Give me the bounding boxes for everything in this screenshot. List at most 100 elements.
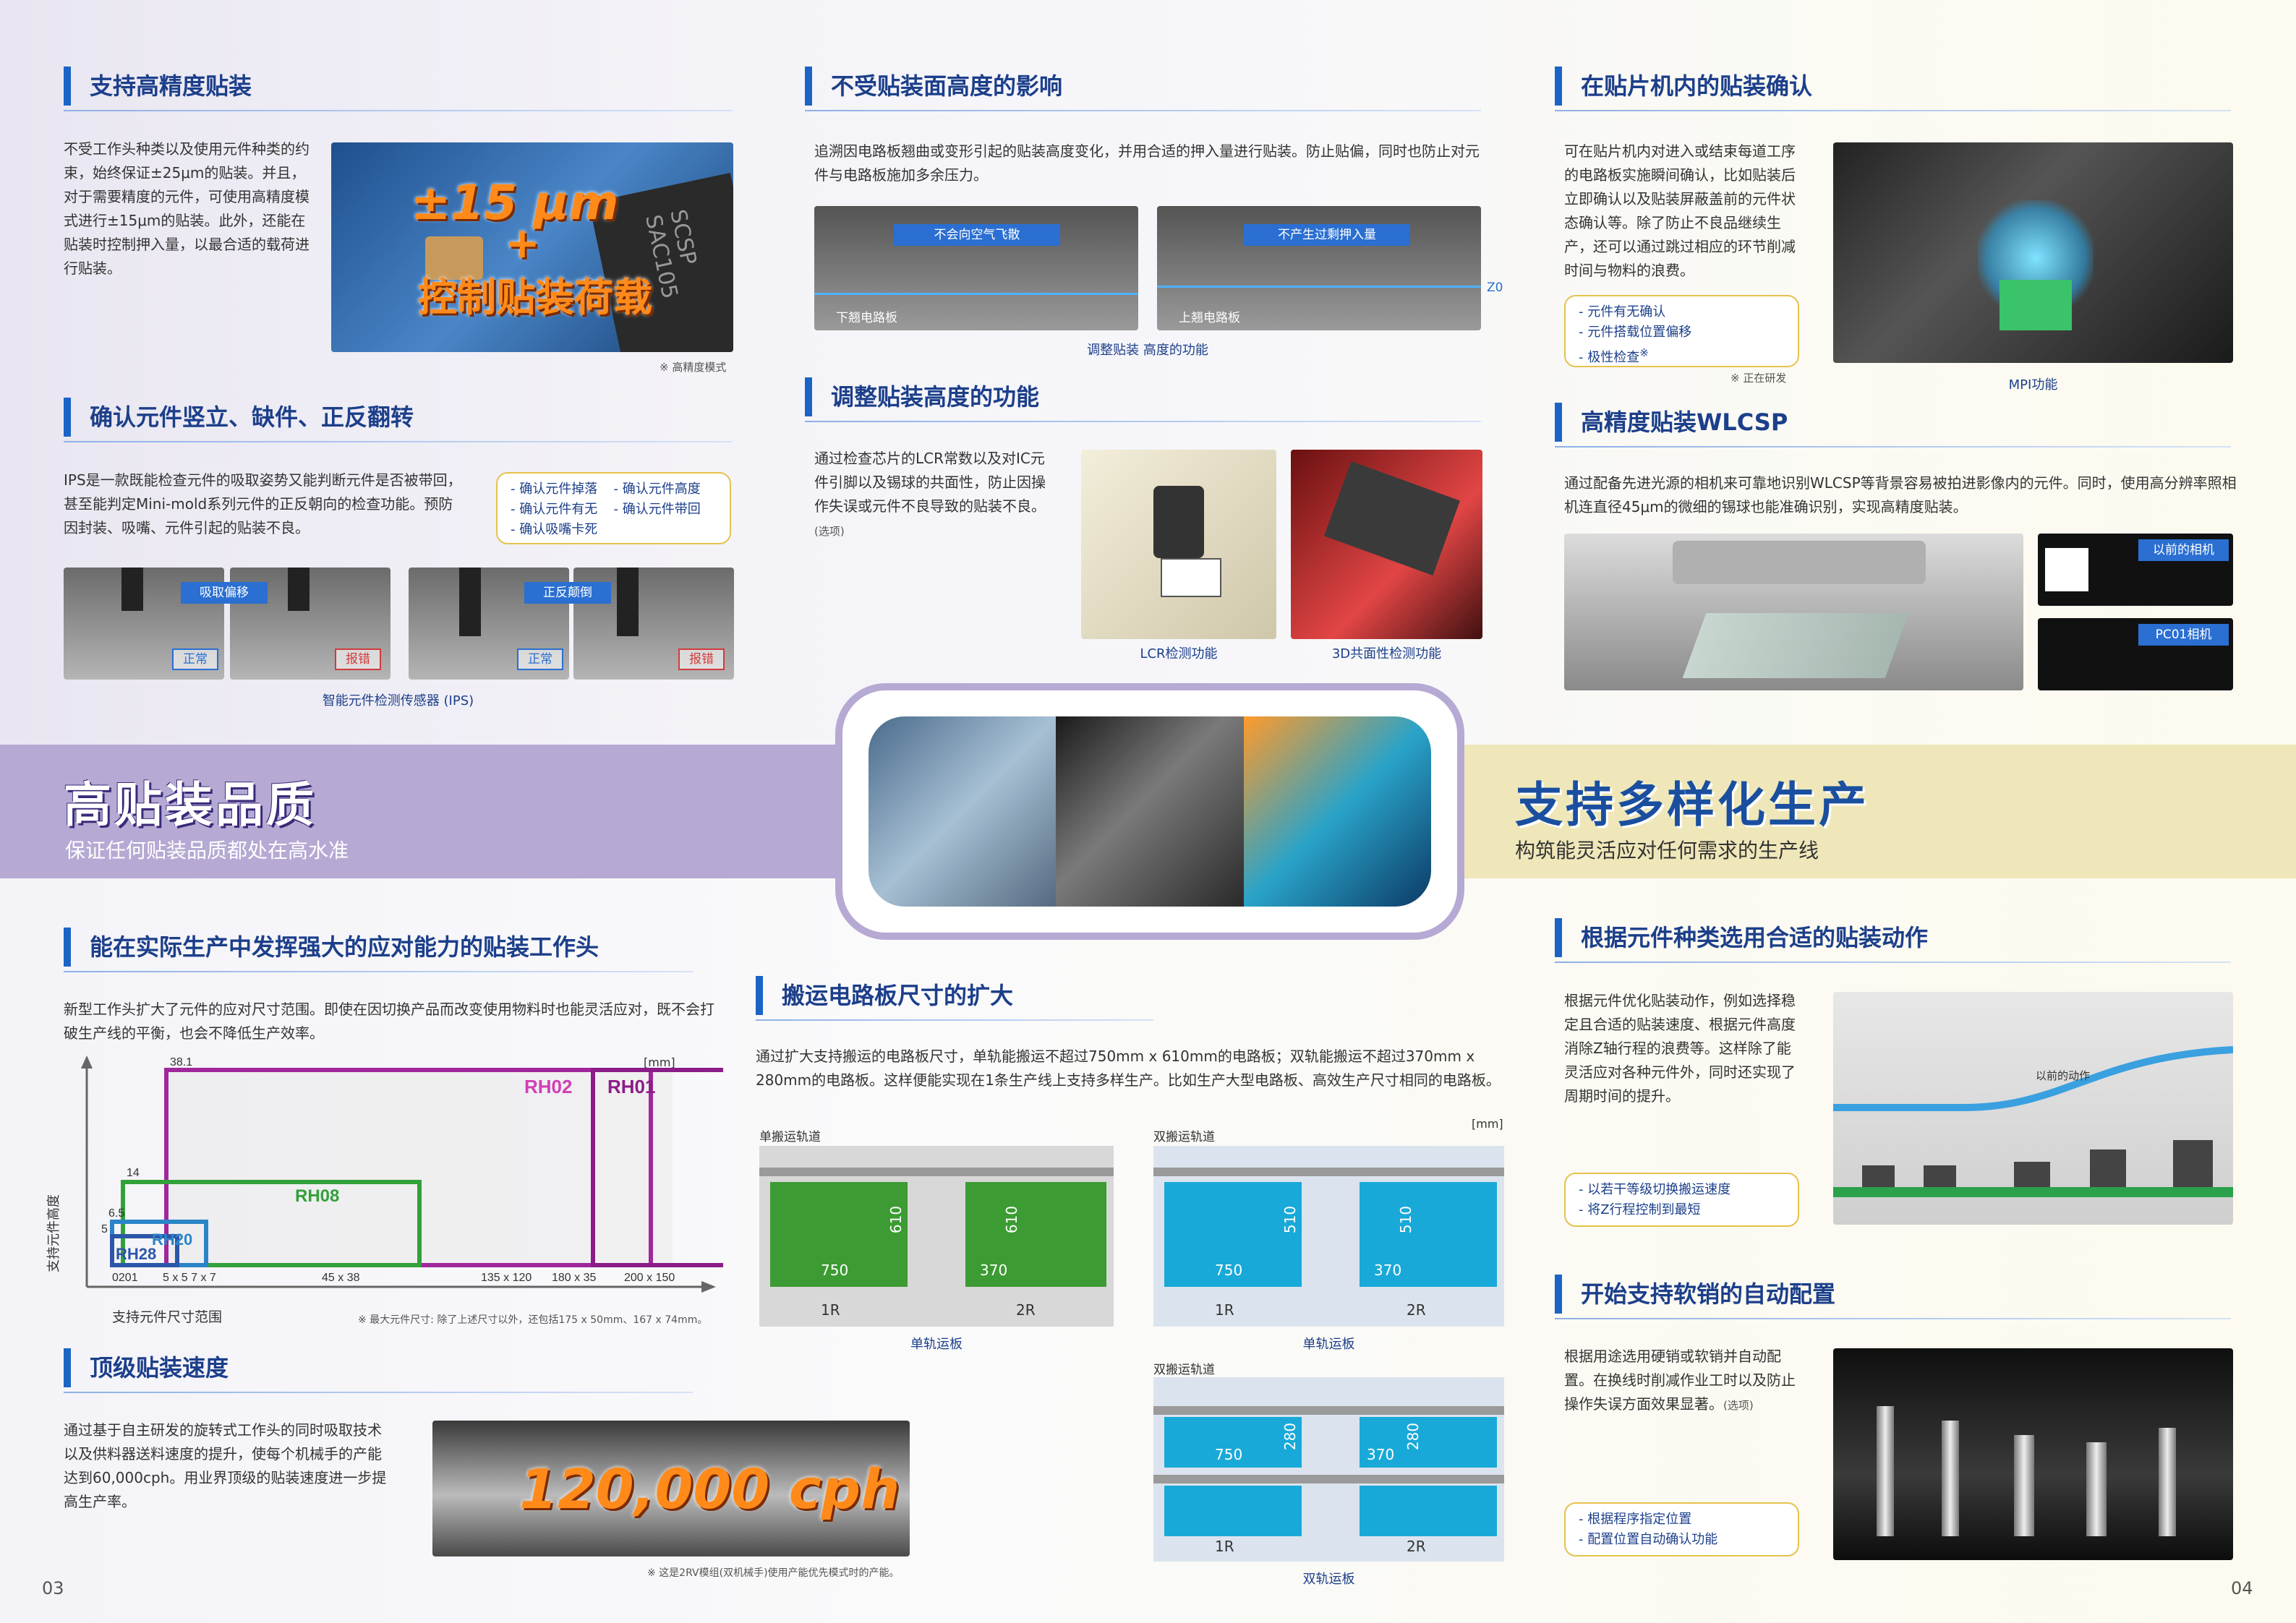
star-mark: ※ bbox=[1639, 346, 1649, 359]
section-rule bbox=[64, 1392, 693, 1393]
pcb-1r: 750 610 bbox=[770, 1182, 908, 1287]
tag-old-camera: 以前的相机 bbox=[2138, 539, 2229, 561]
softpin-photo bbox=[1833, 1348, 2233, 1560]
rail-2r: 2R bbox=[1407, 1301, 1426, 1319]
option-note: (选项) bbox=[814, 525, 845, 538]
check-item: - 确认元件掉落 bbox=[511, 481, 598, 497]
x-tick: 45 x 38 bbox=[322, 1272, 360, 1284]
check-item: - 元件搭载位置偏移 bbox=[1579, 325, 1692, 340]
section-title-adjust: 调整贴装高度的功能 bbox=[805, 377, 1039, 416]
tag-no-excess: 不产生过剩押入量 bbox=[1244, 224, 1410, 246]
section-rule bbox=[1555, 446, 2231, 447]
section-title-motion: 根据元件种类选用合适的贴装动作 bbox=[1555, 918, 1928, 957]
board-label: 上翘电路板 bbox=[1179, 311, 1240, 325]
dim-label: 510 bbox=[1397, 1205, 1415, 1234]
dim-label: 750 bbox=[1215, 1262, 1243, 1279]
check-item: - 确认元件有无 bbox=[511, 502, 598, 517]
speed-photo: 120,000 cph bbox=[432, 1421, 910, 1556]
inline-check-body: 可在贴片机内对进入或结束每道工序的电路板实施瞬间确认，比如贴装后立即确认以及贴装… bbox=[1564, 142, 1796, 279]
motion-diagram: 以前的动作 bbox=[1833, 992, 2233, 1225]
section-rule bbox=[1555, 110, 2231, 111]
dim-label: 750 bbox=[1215, 1446, 1243, 1463]
rail-1r: 1R bbox=[1215, 1301, 1234, 1319]
rh01-label: RH01 bbox=[607, 1076, 655, 1097]
ok-box: 正常 bbox=[172, 648, 218, 670]
component-icon bbox=[2173, 1140, 2213, 1187]
speed-body: 通过基于自主研发的旋转式工作头的同时吸取技术以及供料器送料速度的提升，使每个机械… bbox=[64, 1421, 387, 1510]
check-item: - 根据程序指定位置 bbox=[1579, 1512, 1692, 1527]
left-band-subtitle: 保证任何贴装品质都处在高水准 bbox=[65, 839, 349, 862]
x-axis-label: 支持元件尺寸范围 bbox=[112, 1309, 223, 1325]
x-tick: 5 x 5 7 x 7 bbox=[163, 1272, 216, 1284]
dim-label: 610 bbox=[887, 1205, 905, 1234]
dual-single-caption: 单轨运板 bbox=[1302, 1337, 1355, 1352]
dim-label: 370 bbox=[980, 1262, 1008, 1279]
page-number-left: 03 bbox=[42, 1578, 64, 1598]
pcb-1r-lane1: 750 280 bbox=[1164, 1417, 1302, 1468]
z0-label: Z0 bbox=[1487, 281, 1503, 295]
pcb-2r: 370 610 bbox=[965, 1182, 1106, 1287]
y-tick: 38.1 bbox=[170, 1056, 192, 1069]
left-band: 高贴装品质 保证任何贴装品质都处在高水准 bbox=[0, 745, 861, 878]
section-title-precision: 支持高精度贴装 bbox=[64, 67, 252, 106]
dual-dual-diagram: 750 280 370 280 1R 2R bbox=[1153, 1377, 1504, 1562]
nozzle-icon bbox=[617, 568, 639, 636]
pcb-2r-lane1: 370 280 bbox=[1360, 1417, 1497, 1468]
verify-body: IPS是一款既能检查元件的吸取姿势又能判断元件是否被带回，甚至能判定Mini-m… bbox=[64, 471, 462, 536]
softpin-body: 根据用途选用硬销或软销并自动配置。在换线时削减作业工时以及防止操作失误方面效果显… bbox=[1564, 1345, 1803, 1418]
right-band-title: 支持多样化生产 bbox=[1515, 777, 1869, 833]
y-axis-label: 支持元件高度 bbox=[46, 1194, 61, 1272]
section-title-wlcsp: 高精度贴装WLCSP bbox=[1555, 403, 1788, 442]
right-band-subtitle: 构筑能灵活应对任何需求的生产线 bbox=[1515, 839, 1819, 862]
single-rail-caption: 单轨运板 bbox=[910, 1337, 963, 1352]
pcb-strip bbox=[1833, 1187, 2233, 1197]
ips-caption: 智能元件检测传感器 (IPS) bbox=[322, 693, 474, 708]
smartphone-photo bbox=[869, 716, 1057, 907]
section-rule bbox=[756, 1019, 1153, 1021]
rail bbox=[1153, 1406, 1504, 1415]
dim-label: 370 bbox=[1367, 1446, 1395, 1463]
speed-value: 120,000 cph bbox=[519, 1457, 900, 1521]
component-icon bbox=[1924, 1165, 1956, 1187]
z0-line bbox=[814, 293, 1138, 295]
old-camera-image: 以前的相机 bbox=[2038, 534, 2233, 606]
component-icon bbox=[2090, 1149, 2126, 1187]
page-number-right: 04 bbox=[2231, 1578, 2253, 1598]
wlcsp-photo bbox=[1564, 534, 2023, 690]
check-item: - 元件有无确认 bbox=[1579, 304, 1666, 320]
softpin-body-text: 根据用途选用硬销或软销并自动配置。在换线时削减作业工时以及防止操作失误方面效果显… bbox=[1564, 1348, 1796, 1413]
softpin-checklist: - 根据程序指定位置 - 配置位置自动确认功能 bbox=[1564, 1502, 1799, 1556]
bright-area bbox=[2045, 548, 2088, 591]
pin-icon bbox=[1942, 1421, 1959, 1536]
nozzle-icon bbox=[288, 568, 310, 611]
x-tick: 0201 bbox=[112, 1272, 138, 1284]
section-rule bbox=[64, 110, 733, 111]
nozzle-icon bbox=[459, 568, 481, 636]
tag-pickup-offset: 吸取偏移 bbox=[181, 582, 268, 604]
board-label: 下翘电路板 bbox=[836, 311, 897, 325]
dim-label: 280 bbox=[1404, 1422, 1422, 1451]
check-item: - 配置位置自动确认功能 bbox=[1579, 1532, 1718, 1547]
height-caption: 调整贴装 高度的功能 bbox=[1087, 343, 1208, 358]
dim-label: 610 bbox=[1003, 1205, 1021, 1234]
in-dev-note: ※ 正在研发 bbox=[1730, 372, 1787, 385]
dual-track-label: 双搬运轨道 bbox=[1153, 1130, 1215, 1144]
dual-track-label-2: 双搬运轨道 bbox=[1153, 1363, 1215, 1377]
ok-box: 正常 bbox=[517, 648, 563, 670]
section-title-speed: 顶级贴装速度 bbox=[64, 1348, 229, 1387]
tag-pc01-camera: PC01相机 bbox=[2138, 624, 2229, 646]
camera-head-icon bbox=[1673, 541, 1926, 584]
load-control-text: 控制贴装荷载 bbox=[418, 275, 652, 320]
single-rail-diagram: 750 610 370 610 1R 2R bbox=[759, 1146, 1114, 1327]
rh02-label: RH02 bbox=[524, 1076, 572, 1097]
pin-icon bbox=[2014, 1435, 2034, 1536]
x-tick: 180 x 35 bbox=[552, 1272, 596, 1284]
rail-2r: 2R bbox=[1407, 1538, 1426, 1555]
rh20-label: RH20 bbox=[152, 1230, 192, 1249]
motion-checklist: - 以若干等级切换搬运速度 - 将Z行程控制到最短 bbox=[1564, 1173, 1799, 1227]
ng-box: 报错 bbox=[678, 648, 725, 670]
pcb-1r-lane2 bbox=[1164, 1486, 1302, 1536]
check-item: - 极性检查※ bbox=[1579, 343, 1785, 368]
tag-flipped: 正反颠倒 bbox=[524, 582, 611, 604]
head-size-chart: RH02 RH01 RH08 RH20 RH28 38.1 14 6.5 5 0… bbox=[81, 1055, 723, 1293]
